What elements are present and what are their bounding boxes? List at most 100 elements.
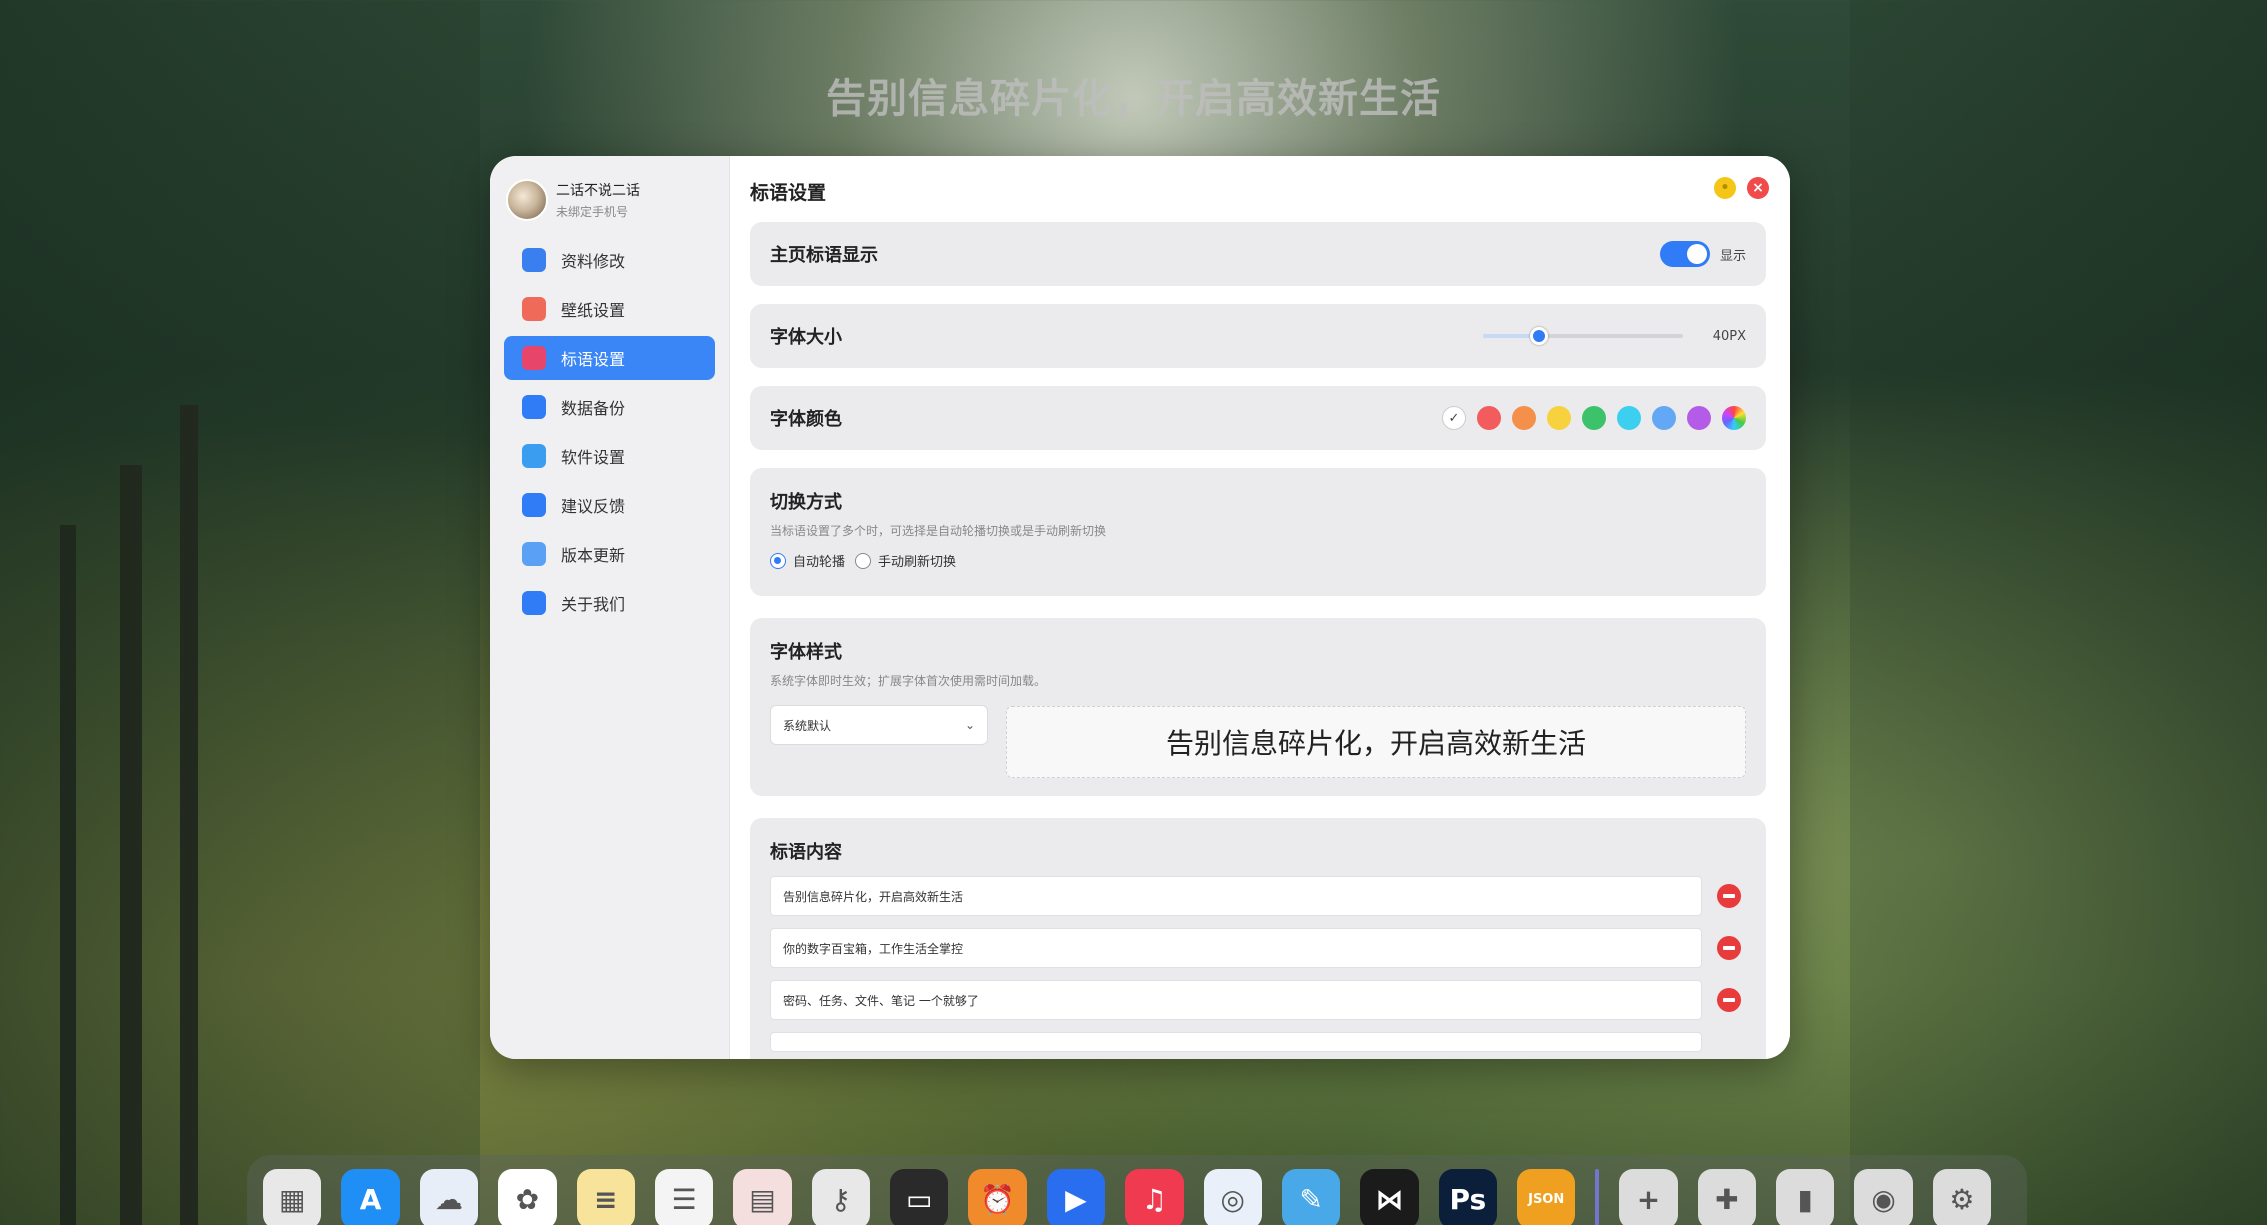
switch-mode-options: 自动轮播 手动刷新切换 [770,551,1746,570]
switch-mode-description: 当标语设置了多个时，可选择是自动轮播切换或是手动刷新切换 [770,524,1107,538]
remove-slogan-button[interactable] [1717,884,1741,908]
font-select[interactable]: 系统默认 ⌄ [770,705,988,745]
color-swatch[interactable] [1512,406,1536,430]
freeform-icon[interactable]: ✎ [1281,1169,1341,1225]
font-size-slider[interactable] [1482,327,1683,345]
slogan-input[interactable]: 你的数字百宝箱，工作生活全掌控 [770,928,1702,968]
switch-mode-radio[interactable] [855,552,872,569]
add-icon[interactable]: + [1619,1169,1678,1225]
sidebar-item-label: 版本更新 [561,546,626,565]
slogan-input[interactable]: 密码、任务、文件、笔记 一个就够了 [770,980,1702,1020]
icloud-icon[interactable]: ☁ [419,1169,479,1225]
slogan-row: 密码、任务、文件、笔记 一个就够了 [770,980,1746,1020]
font-preview: 告别信息碎片化，开启高效新生活 [1006,706,1746,778]
switch-mode-radio[interactable] [770,552,786,569]
brush-icon[interactable]: ▮ [1776,1169,1835,1225]
user-card-icon [522,248,546,272]
cloud-icon [522,395,546,419]
sidebar-item-label: 数据备份 [561,399,626,418]
safari-icon[interactable]: ◎ [1203,1169,1262,1225]
calendar-icon[interactable]: ▤ [733,1169,792,1225]
monitor-icon [522,444,546,468]
extensions-icon[interactable]: ✚ [1697,1169,1757,1225]
sidebar-item-label: 建议反馈 [561,497,626,516]
clock-icon[interactable]: ⏰ [968,1169,1027,1225]
color-swatch[interactable] [1652,406,1676,430]
switch-mode-option-label[interactable]: 手动刷新切换 [878,551,956,570]
app-store-icon[interactable]: A [341,1169,400,1225]
wallet-icon[interactable]: ▭ [890,1169,949,1225]
sidebar-item[interactable]: 关于我们 [504,581,715,625]
slogans-label: 标语内容 [770,842,842,863]
system-settings-icon[interactable]: ⚙ [1932,1169,1992,1225]
launchpad-icon[interactable]: ▦ [263,1169,322,1225]
photos-icon[interactable]: ✿ [498,1169,557,1225]
compare-icon[interactable]: ⋈ [1360,1169,1419,1225]
font-size-label: 字体大小 [770,327,842,348]
color-swatches: ✓ [1431,406,1746,430]
play-icon[interactable]: ▶ [1046,1169,1106,1225]
sidebar-item[interactable]: 壁纸设置 [504,287,715,331]
sidebar-item-label: 标语设置 [561,350,626,369]
slogan-row: 你的数字百宝箱，工作生活全掌控 [770,928,1746,968]
info-icon [522,591,546,615]
slogan-input[interactable]: 告别信息碎片化，开启高效新生活 [770,876,1702,916]
font-select-value: 系统默认 [783,718,832,733]
chevron-down-icon: ⌄ [964,718,975,732]
slogan-list: 告别信息碎片化，开启高效新生活 你的数字百宝箱，工作生活全掌控 密码、任务、文件、笔… [770,876,1746,1052]
sidebar-item-label: 资料修改 [561,252,626,271]
sidebar: 二话不说二话 未绑定手机号 资料修改壁纸设置标语设置数据备份软件设置建议反馈版本… [490,156,730,1059]
dock-separator [1595,1169,1600,1225]
sidebar-item[interactable]: 版本更新 [504,532,715,576]
switch-mode-card: 切换方式 当标语设置了多个时，可选择是自动轮播切换或是手动刷新切换 自动轮播 手动… [750,468,1766,596]
sidebar-item-label: 壁纸设置 [561,301,626,320]
remove-slogan-button[interactable] [1717,936,1741,960]
minimize-button[interactable]: • [1714,177,1736,199]
avatar[interactable] [506,179,548,221]
color-swatch[interactable] [1687,406,1711,430]
sidebar-nav: 资料修改壁纸设置标语设置数据备份软件设置建议反馈版本更新关于我们 [504,238,715,625]
main-panel: 标语设置 • × 主页标语显示 显示 字体大小 40PX 字体颜色 ✓ 切换方式… [730,156,1790,1059]
color-swatch[interactable] [1582,406,1606,430]
profile[interactable]: 二话不说二话 未绑定手机号 [504,172,715,228]
wallpaper-icon [522,297,546,321]
feedback-icon [522,493,546,517]
color-swatch[interactable]: ✓ [1442,406,1466,430]
font-size-slider-thumb[interactable] [1529,327,1548,345]
remove-slogan-button[interactable] [1717,988,1741,1012]
show-slogan-label: 主页标语显示 [770,245,878,266]
screen-capture-icon[interactable]: ◉ [1854,1169,1913,1225]
color-swatch[interactable] [1547,406,1571,430]
font-color-card: 字体颜色 ✓ [750,386,1766,450]
reminders-icon[interactable]: ☰ [654,1169,714,1225]
sidebar-item[interactable]: 资料修改 [504,238,715,282]
profile-name: 二话不说二话 [556,183,640,199]
settings-window: 二话不说二话 未绑定手机号 资料修改 壁纸设置 标语设置 数据备份 软件设置 建议反馈 版本… [490,156,1790,1059]
passwords-icon[interactable]: ⚷ [811,1169,870,1225]
photoshop-icon[interactable]: Ps [1438,1169,1497,1225]
json-icon[interactable]: JSON [1517,1169,1576,1225]
slogan-input[interactable] [770,1032,1702,1052]
sidebar-item[interactable]: 标语设置 [504,336,715,380]
switch-mode-label: 切换方式 [770,492,842,513]
show-slogan-state: 显示 [1719,248,1746,264]
sidebar-item[interactable]: 软件设置 [504,434,715,478]
color-swatch[interactable] [1477,406,1501,430]
slogan-row: 告别信息碎片化，开启高效新生活 [770,876,1746,916]
tree-canopy [0,0,480,1225]
music-icon[interactable]: ♫ [1125,1169,1184,1225]
sidebar-item-label: 关于我们 [561,595,626,614]
custom-color-swatch[interactable] [1722,406,1746,430]
close-button[interactable]: × [1747,177,1769,199]
font-size-card: 字体大小 40PX [750,304,1766,368]
sidebar-item[interactable]: 建议反馈 [504,483,715,527]
sidebar-item[interactable]: 数据备份 [504,385,715,429]
font-size-value: 40PX [1712,328,1746,344]
switch-mode-option-label[interactable]: 自动轮播 [793,551,845,570]
show-slogan-toggle[interactable] [1659,241,1710,267]
update-icon [522,542,546,566]
page-title: 标语设置 [750,182,827,204]
color-swatch[interactable] [1617,406,1641,430]
notes-icon[interactable]: ≡ [576,1169,635,1225]
sidebar-item-label: 软件设置 [561,448,626,467]
